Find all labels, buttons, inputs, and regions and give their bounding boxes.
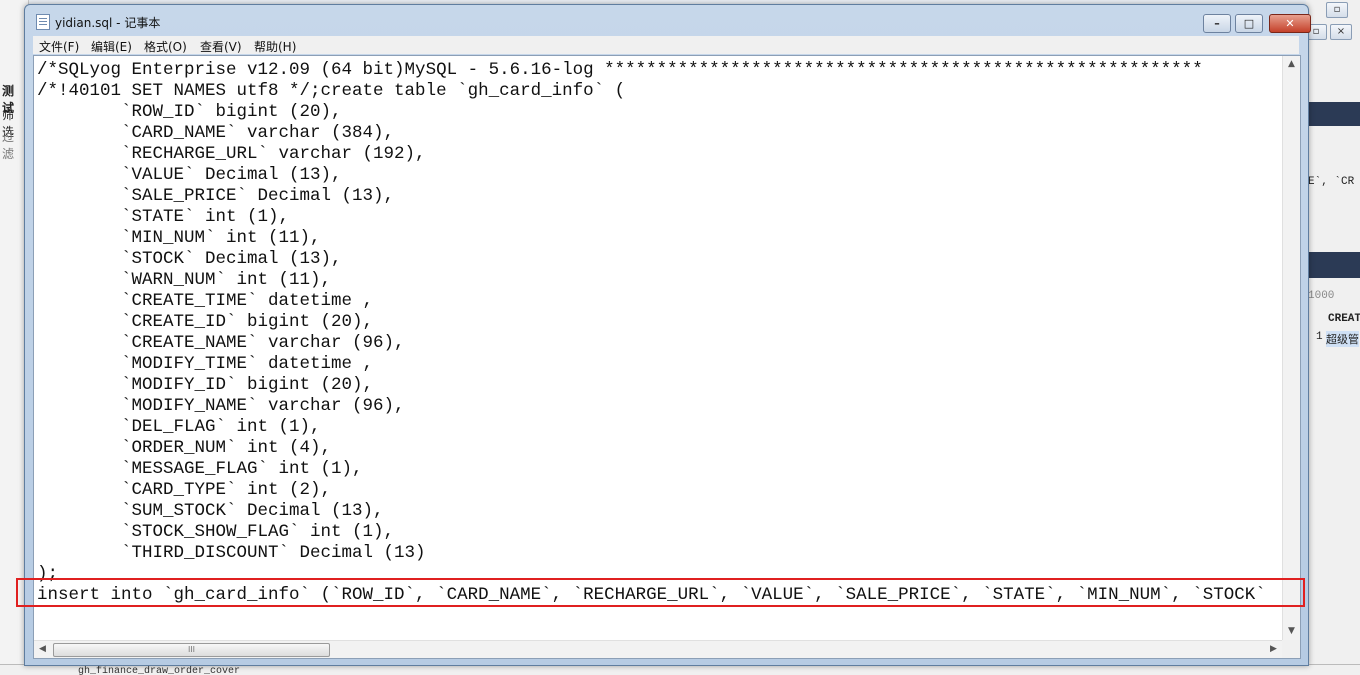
menu-file[interactable]: 文件(F) [39,38,79,55]
menu-edit[interactable]: 编辑(E) [91,38,132,55]
scrollbar-corner [1282,640,1300,658]
background-restore-icon: ▫ [1326,2,1348,18]
menu-format[interactable]: 格式(O) [144,38,187,55]
editor-line: `STATE` int (1), [37,207,290,227]
minimize-button[interactable]: – [1203,14,1231,33]
editor-line: `WARN_NUM` int (11), [37,270,332,290]
editor-line: `CARD_TYPE` int (2), [37,480,332,500]
text-editor[interactable]: /*SQLyog Enterprise v12.09 (64 bit)MySQL… [33,55,1301,659]
editor-text-area[interactable]: /*SQLyog Enterprise v12.09 (64 bit)MySQL… [34,56,1282,640]
background-close-icon: × [1330,24,1352,40]
editor-line: `CREATE_ID` bigint (20), [37,312,374,332]
background-label: 过滤 [2,130,15,161]
editor-line: `SALE_PRICE` Decimal (13), [37,186,395,206]
editor-line: `CREATE_TIME` datetime , [37,291,374,311]
minimize-icon: – [1214,17,1220,30]
background-text: E`, `CR [1308,176,1355,188]
menu-bar: 文件(F) 编辑(E) 格式(O) 查看(V) 帮助(H) [33,36,1299,54]
scroll-down-icon[interactable]: ▼ [1283,623,1300,640]
horizontal-scrollbar[interactable]: ◀ III ▶ [34,640,1282,658]
vertical-scrollbar[interactable]: ▲ ▼ [1282,56,1300,640]
background-text: 1000 [1308,290,1335,302]
editor-line: `STOCK` Decimal (13), [37,249,342,269]
menu-help[interactable]: 帮助(H) [254,38,296,55]
background-text: 超级管 [1326,331,1359,347]
close-button[interactable]: ✕ [1269,14,1311,33]
editor-line: `MODIFY_NAME` varchar (96), [37,396,405,416]
editor-line: `RECHARGE_URL` varchar (192), [37,144,426,164]
editor-line: `ROW_ID` bigint (20), [37,102,342,122]
highlight-box [16,578,1305,607]
editor-line: `MIN_NUM` int (11), [37,228,321,248]
editor-line: /*SQLyog Enterprise v12.09 (64 bit)MySQL… [37,60,1203,80]
editor-line: /*!40101 SET NAMES utf8 */;create table … [37,81,626,101]
editor-line: `MESSAGE_FLAG` int (1), [37,459,363,479]
maximize-icon: □ [1243,17,1255,30]
editor-line: `CREATE_NAME` varchar (96), [37,333,405,353]
editor-line: `SUM_STOCK` Decimal (13), [37,501,384,521]
editor-line: `MODIFY_TIME` datetime , [37,354,374,374]
background-text: 1 [1316,331,1323,343]
maximize-button[interactable]: □ [1235,14,1263,33]
notepad-window: yidian.sql - 记事本 – □ ✕ 文件(F) 编辑(E) 格式(O)… [24,4,1311,666]
scroll-right-icon[interactable]: ▶ [1265,641,1282,658]
editor-line: `VALUE` Decimal (13), [37,165,342,185]
editor-line: `CARD_NAME` varchar (384), [37,123,395,143]
editor-line: `DEL_FLAG` int (1), [37,417,321,437]
background-text: CREAT [1328,313,1360,325]
editor-lines: /*SQLyog Enterprise v12.09 (64 bit)MySQL… [37,60,1266,606]
editor-line: `STOCK_SHOW_FLAG` int (1), [37,522,395,542]
notepad-icon [36,14,50,30]
scroll-up-icon[interactable]: ▲ [1283,56,1300,73]
horizontal-scroll-thumb[interactable]: III [53,643,330,657]
menu-view[interactable]: 查看(V) [200,38,242,55]
editor-line: `ORDER_NUM` int (4), [37,438,332,458]
title-bar[interactable]: yidian.sql - 记事本 – □ ✕ [25,5,1311,35]
background-app-right: ▫ ▫ × E`, `CR 1000 CREAT 1 超级管 [1305,0,1360,674]
scroll-left-icon[interactable]: ◀ [34,641,51,658]
close-icon: ✕ [1285,17,1295,30]
window-title: yidian.sql - 记事本 [55,16,161,30]
editor-line: `THIRD_DISCOUNT` Decimal (13) [37,543,426,563]
editor-line: `MODIFY_ID` bigint (20), [37,375,374,395]
